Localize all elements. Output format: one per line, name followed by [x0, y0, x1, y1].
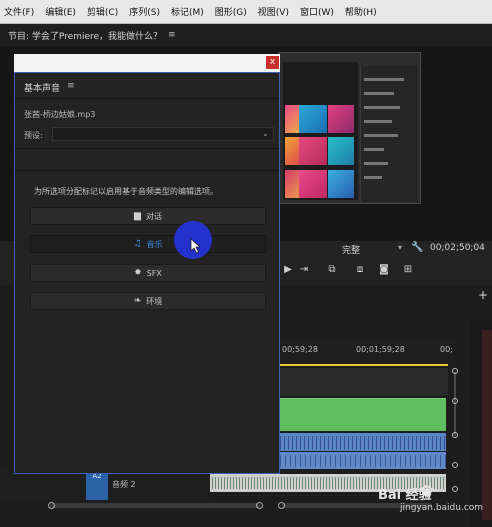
panel-title: 基本声音: [24, 84, 61, 94]
menu-edit[interactable]: 编辑(E): [45, 5, 76, 18]
step-forward-icon[interactable]: ▶: [282, 264, 294, 275]
panel-menu-icon[interactable]: ≡: [168, 30, 176, 40]
type-button-ambience[interactable]: ❧ 环境: [30, 292, 266, 310]
type-button-label: 对话: [145, 211, 162, 221]
video-clip[interactable]: [280, 398, 446, 431]
selected-clip-name: 张茜-桥边姑娘.mp3: [24, 110, 96, 119]
floating-window-titlebar[interactable]: [14, 54, 280, 72]
menu-graphics[interactable]: 图形(G): [215, 5, 247, 18]
burst-icon: ✸: [134, 268, 142, 278]
leaf-icon: ❧: [133, 296, 142, 306]
file-row: [364, 148, 384, 151]
chevron-down-icon[interactable]: ⌄: [262, 129, 269, 138]
button-editor-icon[interactable]: ⊞: [402, 264, 414, 275]
type-button-label: 音乐: [146, 239, 163, 249]
chevron-down-icon[interactable]: ▾: [398, 243, 402, 252]
duration-timecode: 00;02;50;04: [430, 243, 485, 253]
program-monitor-title[interactable]: 节目: 学会了Premiere，我能做什么？: [8, 29, 162, 42]
type-button-music[interactable]: ♫ 音乐: [30, 235, 266, 253]
plus-icon[interactable]: +: [478, 288, 488, 302]
menu-sequence[interactable]: 序列(S): [129, 5, 160, 18]
type-button-label: SFX: [146, 268, 162, 278]
track-target-a2[interactable]: A2: [86, 470, 108, 500]
menu-clip[interactable]: 剪辑(C): [87, 5, 118, 18]
watermark-site: jingyan.baidu.com: [400, 503, 484, 513]
type-button-dialogue[interactable]: ▆ 对话: [30, 207, 266, 225]
watermark-brand: Bai 经验: [378, 488, 432, 503]
menu-help[interactable]: 帮助(H): [345, 5, 377, 18]
scroll-handle[interactable]: [278, 502, 285, 509]
thumbnail: [328, 137, 354, 165]
work-area-bar[interactable]: [280, 364, 448, 366]
thumbnail: [299, 137, 327, 165]
scroll-handle[interactable]: [452, 368, 458, 374]
thumbnail: [328, 105, 354, 133]
file-row: [364, 78, 404, 81]
thumbnail: [299, 170, 327, 198]
track-name-a2: 音频 2: [112, 480, 136, 489]
file-row: [364, 176, 382, 179]
ruler-tick-label: 00;59;28: [282, 345, 318, 354]
music-note-icon: ♫: [133, 239, 142, 249]
file-row: [364, 92, 394, 95]
scroll-handle[interactable]: [452, 398, 458, 404]
thumbnail: [299, 105, 327, 133]
audio-meter: [482, 330, 492, 520]
vertical-scrollbar[interactable]: [454, 372, 456, 436]
type-button-label: 环境: [146, 296, 163, 306]
app-window: 文件(F) 编辑(E) 剪辑(C) 序列(S) 标记(M) 图形(G) 视图(V…: [0, 0, 492, 527]
audio-waveform: [280, 436, 446, 450]
audio-waveform: [280, 455, 446, 467]
insert-icon[interactable]: ⧉: [326, 264, 338, 275]
overwrite-icon[interactable]: ⧈: [354, 264, 366, 275]
scroll-handle[interactable]: [452, 462, 458, 468]
ruler-tick-label: 00;01;59;28: [356, 345, 405, 354]
program-monitor-header: 节目: 学会了Premiere，我能做什么？ ≡: [0, 24, 492, 46]
scroll-handle[interactable]: [452, 486, 458, 492]
file-row: [364, 134, 398, 137]
menu-window[interactable]: 窗口(W): [300, 5, 334, 18]
scroll-handle[interactable]: [48, 502, 55, 509]
ruler-tick-label: 00;: [440, 345, 453, 354]
type-button-sfx[interactable]: ✸ SFX: [30, 264, 266, 282]
scroll-handle[interactable]: [256, 502, 263, 509]
camera-icon[interactable]: ◙: [378, 264, 390, 275]
playback-quality-select[interactable]: 完整: [342, 243, 360, 256]
speech-bubble-icon: ▆: [134, 211, 141, 221]
file-row: [364, 120, 392, 123]
menu-markers[interactable]: 标记(M): [171, 5, 204, 18]
file-row: [364, 162, 388, 165]
menu-file[interactable]: 文件(F): [4, 5, 34, 18]
panel-menu-icon[interactable]: ≡: [67, 81, 75, 91]
video-track[interactable]: [280, 368, 448, 396]
assign-type-instruction: 为所选项分配标记以启用基于音频类型的编辑选项。: [34, 187, 218, 196]
divider: [15, 98, 279, 99]
mouse-cursor-icon: [190, 238, 202, 254]
scroll-handle[interactable]: [452, 432, 458, 438]
divider: [15, 170, 279, 171]
file-row: [364, 106, 400, 109]
wrench-icon[interactable]: 🔧: [411, 242, 423, 253]
divider: [15, 148, 279, 149]
horizontal-scrollbar[interactable]: [50, 503, 260, 508]
thumbnail: [328, 170, 354, 198]
menu-view[interactable]: 视图(V): [258, 5, 289, 18]
go-to-out-icon[interactable]: ⇥: [298, 264, 310, 275]
preset-label: 预设:: [24, 131, 43, 140]
menu-bar: 文件(F) 编辑(E) 剪辑(C) 序列(S) 标记(M) 图形(G) 视图(V…: [0, 0, 492, 24]
close-button[interactable]: x: [266, 56, 279, 69]
preset-dropdown[interactable]: [52, 127, 274, 141]
